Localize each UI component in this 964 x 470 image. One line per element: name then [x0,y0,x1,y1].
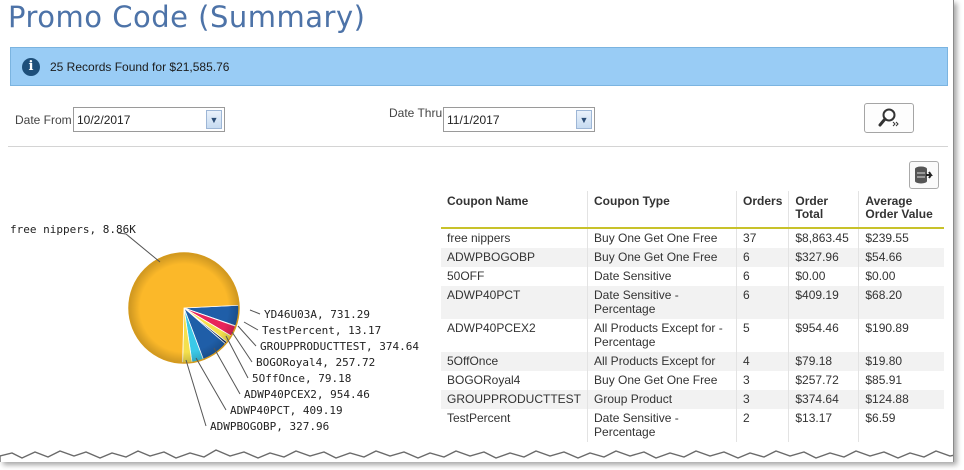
cell-order-total: $327.96 [788,248,860,267]
pie-slice-label: TestPercent, 13.17 [262,324,381,337]
cell-average-order-value: $68.20 [858,286,944,319]
column-header-coupon-type[interactable]: Coupon Type [587,191,738,229]
cell-average-order-value: $19.80 [858,352,944,371]
cell-coupon-type: Buy One Get One Free [587,228,738,248]
info-icon: i [22,57,40,76]
filter-divider [8,146,948,147]
table-row[interactable]: 50OFF Date Sensitive 6 $0.00 $0.00 [441,267,944,286]
cell-orders: 2 [736,409,790,442]
cell-average-order-value: $190.89 [865,321,909,335]
cell-coupon-name: 5OffOnce [441,352,589,371]
pie-leader-line [249,309,261,315]
alert-text: 25 Records Found for $21,585.76 [50,59,230,74]
cell-order-total: $954.46 [788,319,860,352]
pie-slice-label: 5OffOnce, 79.18 [252,372,351,385]
cell-average-order-value: $124.88 [858,390,944,409]
report-window: Promo Code (Summary) i 25 Records Found … [0,0,954,462]
cell-coupon-type: Group Product [587,390,738,409]
table-row[interactable]: ADWP40PCT Date Sensitive - Percentage 6 … [441,286,944,319]
cell-orders: 3 [736,390,790,409]
cell-coupon-type: Buy One Get One Free [587,248,738,267]
date-from-select[interactable]: 10/2/2017 ▼ [73,107,225,132]
cell-orders: 4 [736,352,790,371]
cell-average-order-value: $6.59 [865,411,896,425]
records-found-alert: i 25 Records Found for $21,585.76 [10,47,948,86]
table-row[interactable]: TestPercent Date Sensitive - Percentage … [441,409,944,442]
pie-slice-label: YD46U03A, 731.29 [264,308,370,321]
table-row[interactable]: 5OffOnce All Products Except for 4 $79.1… [441,352,944,371]
cell-coupon-name: 50OFF [441,267,589,286]
cell-coupon-type: All Products Except for - Percentage [587,319,738,352]
date-thru-label: Date Thru [389,106,443,120]
table-row[interactable]: ADWPBOGOBP Buy One Get One Free 6 $327.9… [441,248,944,267]
cell-order-total: $79.18 [788,352,860,371]
pie-slice-label: GROUPPRODUCTTEST, 374.64 [260,340,419,353]
cell-order-total: $409.19 [788,286,860,319]
cell-coupon-name: free nippers [441,228,589,248]
pie-leader-line [225,335,249,379]
cell-average-order-value: $54.66 [858,248,944,267]
cell-average-order-value: $85.91 [865,373,903,387]
pie-leader-line [237,325,257,347]
cell-coupon-name: BOGORoyal4 [441,371,589,390]
coupon-summary-table: Coupon Name Coupon Type Orders Order Tot… [441,191,944,442]
table-header-row: Coupon Name Coupon Type Orders Order Tot… [441,191,944,229]
pie-slice-label: BOGORoyal4, 257.72 [256,356,375,369]
torn-edge [0,449,953,462]
page-title: Promo Code (Summary) [8,0,366,34]
cell-coupon-name: ADWP40PCEX2 [441,319,589,352]
search-button[interactable] [864,103,914,133]
pie-leader-line [231,331,253,363]
export-icon [915,166,933,184]
pie-leader-line [243,321,259,331]
date-from-label: Date From [15,113,72,127]
column-header-average-order-value[interactable]: Average Order Value [858,191,944,229]
cell-order-total: $374.64 [788,390,860,409]
export-button[interactable] [909,161,939,189]
table-row[interactable]: GROUPPRODUCTTEST Group Product 3 $374.64… [441,390,944,409]
cell-orders: 3 [736,371,790,390]
coupon-pie-chart: free nippers, 8.86K YD46U03A, 731.29 TestP… [10,223,419,433]
cell-coupon-type: Date Sensitive [587,267,738,286]
pie-leader-line [117,232,161,263]
column-header-order-total[interactable]: Order Total [788,191,860,229]
cell-orders: 5 [736,319,790,352]
pie-leader-line [195,357,227,411]
chevron-down-icon[interactable]: ▼ [576,110,592,129]
column-header-coupon-name[interactable]: Coupon Name [441,191,589,229]
cell-coupon-type: Date Sensitive - Percentage [587,286,738,319]
search-icon [878,108,899,127]
cell-orders: 37 [736,228,790,248]
date-thru-value: 11/1/2017 [447,112,500,127]
date-thru-select[interactable]: 11/1/2017 ▼ [443,107,595,132]
table-row[interactable]: ADWP40PCEX2 All Products Except for - Pe… [441,319,944,352]
cell-coupon-type: All Products Except for [587,352,738,371]
cell-orders: 6 [736,248,790,267]
cell-coupon-name: TestPercent [441,409,589,442]
cell-order-total: $0.00 [788,267,860,286]
cell-average-order-value: $239.55 [865,231,909,245]
cell-coupon-name: ADWPBOGOBP [441,248,589,267]
table-row[interactable]: free nippers Buy One Get One Free 37 $8,… [441,228,944,248]
cell-orders: 6 [736,286,790,319]
cell-coupon-type: Date Sensitive - Percentage [587,409,738,442]
cell-order-total: $257.72 [788,371,860,390]
date-from-value: 10/2/2017 [77,112,131,127]
pie-slice-label: ADWP40PCT, 409.19 [230,404,343,417]
pie-slice-label: ADWP40PCEX2, 954.46 [244,388,370,401]
cell-coupon-name: GROUPPRODUCTTEST [441,390,589,409]
cell-coupon-type: Buy One Get One Free [587,371,738,390]
chevron-down-icon[interactable]: ▼ [206,110,222,129]
table-row[interactable]: BOGORoyal4 Buy One Get One Free 3 $257.7… [441,371,944,390]
cell-order-total: $8,863.45 [788,228,860,248]
pie-slice-label: ADWPBOGOBP, 327.96 [210,420,329,433]
cell-coupon-name: ADWP40PCT [441,286,589,319]
column-header-orders[interactable]: Orders [736,191,790,229]
cell-order-total: $13.17 [788,409,860,442]
pie-outline [128,252,240,364]
cell-orders: 6 [736,267,790,286]
cell-average-order-value: $0.00 [865,269,896,283]
pie-slice-label: free nippers, 8.86K [10,223,136,236]
